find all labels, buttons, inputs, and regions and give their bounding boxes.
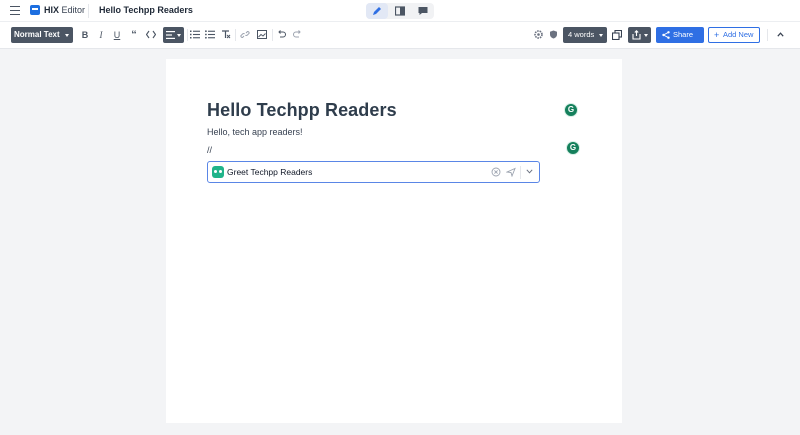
align-select[interactable] <box>163 27 184 43</box>
settings-button[interactable] <box>534 28 544 42</box>
clear-format-button[interactable] <box>221 28 231 42</box>
split-view-button[interactable] <box>389 3 411 19</box>
export-select[interactable] <box>628 27 651 43</box>
bullet-list-icon <box>205 30 215 39</box>
gear-icon <box>534 30 543 39</box>
ai-assistant-icon <box>212 166 224 178</box>
word-count-select[interactable]: 4 words <box>563 27 607 43</box>
document-paragraph[interactable]: Hello, tech app readers! <box>207 127 303 137</box>
caret-down-icon <box>644 34 648 37</box>
top-bar: HIX Editor Hello Techpp Readers <box>0 0 800 22</box>
chat-icon <box>418 7 428 15</box>
text-style-select[interactable]: Normal Text <box>11 27 73 43</box>
code-icon <box>146 30 156 39</box>
plus-icon: + <box>714 30 720 40</box>
view-mode-switcher <box>366 3 434 19</box>
split-view-icon <box>395 6 405 16</box>
hix-logo-icon <box>30 5 40 15</box>
underline-button[interactable]: U <box>113 28 121 42</box>
redo-button[interactable] <box>293 28 302 42</box>
share-icon <box>662 31 670 39</box>
image-icon <box>257 30 267 39</box>
redo-icon <box>293 30 301 38</box>
divider <box>520 166 521 179</box>
divider <box>88 4 89 18</box>
bullet-list-button[interactable] <box>205 28 215 42</box>
divider <box>767 29 768 41</box>
clear-circle-icon[interactable] <box>491 167 501 177</box>
brand-name: HIX Editor <box>44 5 86 15</box>
share-button[interactable]: Share <box>656 27 704 43</box>
command-line[interactable]: // <box>207 145 212 155</box>
italic-button[interactable]: I <box>97 28 105 42</box>
add-new-label: Add New <box>723 30 754 39</box>
divider <box>235 29 236 41</box>
export-icon <box>632 30 641 40</box>
formatting-toolbar: Normal Text B I U “ 4 words Share + Add … <box>0 22 800 49</box>
shield-icon <box>550 30 557 39</box>
caret-down-icon <box>65 34 69 37</box>
send-icon[interactable] <box>506 167 516 177</box>
chat-mode-button[interactable] <box>412 3 434 19</box>
hamburger-menu-icon[interactable] <box>10 6 20 15</box>
chevron-down-icon[interactable] <box>526 169 533 174</box>
quote-button[interactable]: “ <box>129 28 139 42</box>
ai-prompt-input[interactable] <box>227 165 487 179</box>
image-button[interactable] <box>257 28 267 42</box>
text-style-label: Normal Text <box>14 30 60 39</box>
grammarly-icon[interactable]: G <box>564 103 578 117</box>
align-left-icon <box>166 31 175 39</box>
copy-button[interactable] <box>612 28 622 42</box>
code-button[interactable] <box>146 28 156 42</box>
caret-down-icon <box>177 34 181 37</box>
numbered-list-button[interactable] <box>190 28 200 42</box>
undo-icon <box>278 30 286 38</box>
pen-icon <box>373 7 381 15</box>
numbered-list-icon <box>190 30 200 39</box>
bold-button[interactable]: B <box>81 28 89 42</box>
ai-prompt-bar <box>207 161 540 183</box>
add-new-button[interactable]: + Add New <box>708 27 760 43</box>
share-label: Share <box>673 30 694 39</box>
document-page[interactable]: Hello Techpp Readers G Hello, tech app r… <box>166 59 622 423</box>
copy-icon <box>612 30 622 40</box>
document-heading[interactable]: Hello Techpp Readers <box>207 100 397 121</box>
caret-down-icon <box>599 34 603 37</box>
undo-button[interactable] <box>277 28 286 42</box>
clear-format-icon <box>222 30 231 39</box>
pen-mode-button[interactable] <box>366 3 388 19</box>
divider <box>187 29 188 41</box>
chevron-up-icon[interactable] <box>777 32 784 37</box>
link-button[interactable] <box>240 28 250 42</box>
grammarly-icon[interactable]: G <box>566 141 580 155</box>
word-count-label: 4 words <box>568 30 595 39</box>
shield-button[interactable] <box>549 28 559 42</box>
divider <box>272 29 273 41</box>
link-icon <box>240 31 250 38</box>
document-title[interactable]: Hello Techpp Readers <box>99 5 193 15</box>
